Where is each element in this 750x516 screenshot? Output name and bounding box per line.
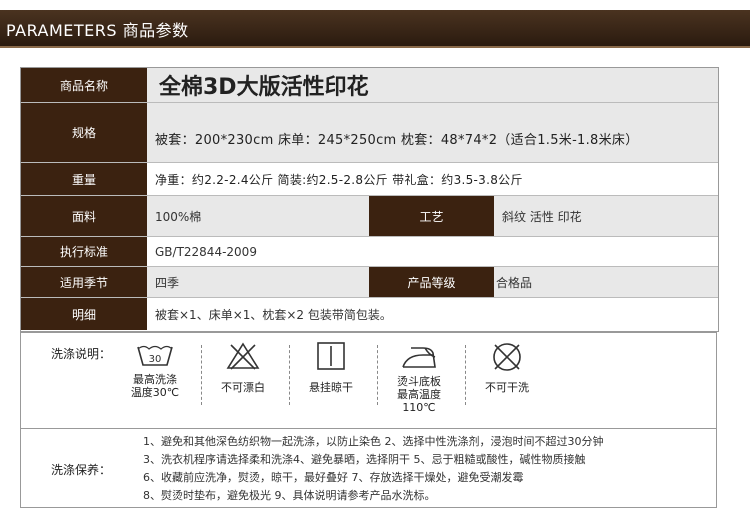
- care-tip: 8、熨烫时垫布，避免极光 9、具体说明请参考产品水洗标。: [143, 489, 436, 502]
- wash-30-icon: 30: [137, 345, 173, 366]
- iron-110-icon: [402, 347, 436, 368]
- wash-icon-item: 30 最高洗涤 温度30℃: [117, 341, 193, 399]
- row-weight: 重量 净重：约2.2-2.4公斤 简装:约2.5-2.8公斤 带礼盒：约3.5-…: [21, 163, 718, 196]
- wash-instructions: 洗涤说明： 30 最高洗涤 温度30℃ 不可漂白 悬挂晾干 烫斗底板 最高温度1…: [20, 332, 717, 429]
- craft-value: 斜纹 活性 印花: [494, 196, 718, 236]
- season-label: 适用季节: [21, 267, 147, 297]
- detail-value: 被套×1、床单×1、枕套×2 包装带简包装。: [147, 298, 718, 330]
- grade-label: 产品等级: [369, 267, 494, 297]
- care-tips: 洗涤保养： 1、避免和其他深色纺织物一起洗涤，以防止染色 2、选择中性洗涤剂，浸…: [20, 428, 717, 508]
- row-standard: 执行标准 GB/T22844-2009: [21, 237, 718, 267]
- craft-label: 工艺: [369, 196, 494, 236]
- divider: [289, 345, 290, 405]
- no-dry-clean-item: 不可干洗: [469, 341, 545, 394]
- no-dry-clean-caption: 不可干洗: [485, 381, 529, 394]
- season-value: 四季: [147, 267, 369, 297]
- weight-label: 重量: [21, 163, 147, 195]
- parameters-table: 商品名称 全棉3D大版活性印花 规格 被套：200*230cm 床单：245*2…: [20, 67, 719, 332]
- wash-caption: 最高洗涤 温度30℃: [130, 373, 180, 399]
- weight-value: 净重：约2.2-2.4公斤 简装:约2.5-2.8公斤 带礼盒：约3.5-3.8…: [147, 163, 718, 195]
- no-bleach-item: 不可漂白: [205, 341, 281, 394]
- name-label: 商品名称: [21, 68, 147, 102]
- care-label: 洗涤保养：: [51, 463, 112, 477]
- fabric-value: 100%棉: [147, 196, 369, 236]
- grade-value: 合格品: [494, 267, 718, 297]
- section-title: PARAMETERS 商品参数: [6, 21, 189, 40]
- spec-value: 被套：200*230cm 床单：245*250cm 枕套：48*74*2（适合1…: [147, 103, 718, 162]
- standard-value: GB/T22844-2009: [147, 237, 718, 266]
- no-dry-clean-icon: [493, 343, 521, 371]
- row-name: 商品名称 全棉3D大版活性印花: [21, 68, 718, 103]
- iron-item: 烫斗底板 最高温度110℃: [381, 341, 457, 414]
- detail-label: 明细: [21, 298, 147, 330]
- divider: [377, 345, 378, 405]
- row-season: 适用季节 四季 产品等级 合格品: [21, 267, 718, 298]
- standard-label: 执行标准: [21, 237, 147, 266]
- no-bleach-icon: [226, 342, 260, 370]
- care-tip: 3、洗衣机程序请选择柔和洗涤4、避免暴晒，选择阴干 5、忌于粗糙或酸性，碱性物质…: [143, 453, 586, 466]
- section-header: PARAMETERS 商品参数: [0, 10, 750, 48]
- fabric-label: 面料: [21, 196, 147, 236]
- no-bleach-caption: 不可漂白: [221, 381, 265, 394]
- name-value: 全棉3D大版活性印花: [147, 68, 718, 102]
- spec-label: 规格: [21, 103, 147, 162]
- hang-dry-caption: 悬挂晾干: [309, 381, 353, 394]
- svg-text:30: 30: [149, 354, 162, 365]
- care-tip: 1、避免和其他深色纺织物一起洗涤，以防止染色 2、选择中性洗涤剂，浸泡时间不超过…: [143, 435, 604, 448]
- row-detail: 明细 被套×1、床单×1、枕套×2 包装带简包装。: [21, 298, 718, 330]
- divider: [465, 345, 466, 405]
- care-tip: 6、收藏前应洗净，熨烫，晾干，最好叠好 7、存放选择干燥处，避免受潮发霉: [143, 471, 524, 484]
- iron-caption: 烫斗底板 最高温度110℃: [397, 375, 441, 414]
- divider: [201, 345, 202, 405]
- hang-dry-icon: [317, 342, 345, 370]
- row-fabric: 面料 100%棉 工艺 斜纹 活性 印花: [21, 196, 718, 237]
- wash-label: 洗涤说明：: [51, 347, 112, 361]
- hang-dry-item: 悬挂晾干: [293, 341, 369, 394]
- row-spec: 规格 被套：200*230cm 床单：245*250cm 枕套：48*74*2（…: [21, 103, 718, 163]
